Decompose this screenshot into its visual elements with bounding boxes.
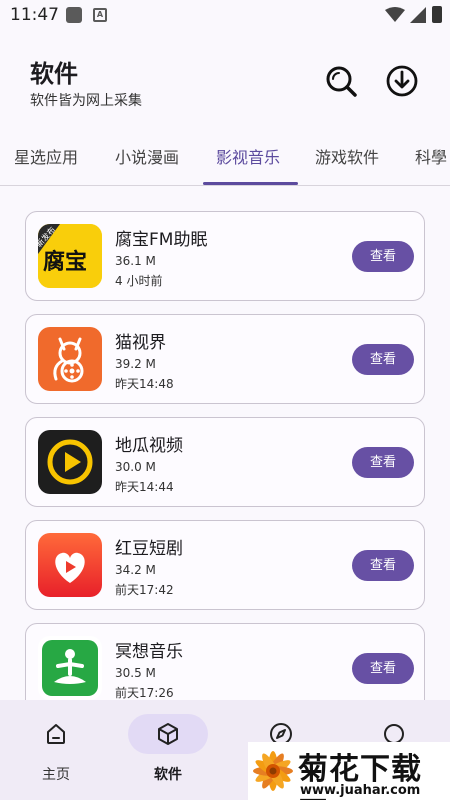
nav-home[interactable]: 主页 xyxy=(1,700,111,800)
app-time: 昨天14:44 xyxy=(115,480,174,494)
app-name: 猫视界 xyxy=(115,333,166,353)
red-heart-play-icon xyxy=(38,533,102,597)
app-size: 36.1 M xyxy=(115,254,156,268)
status-time: 11:47 xyxy=(10,5,59,25)
tab-science[interactable]: 科學 xyxy=(415,130,447,185)
icon-text: 腐宝 xyxy=(43,250,88,275)
view-button[interactable]: 查看 xyxy=(352,241,414,272)
app-size: 39.2 M xyxy=(115,357,156,371)
app-time: 前天17:26 xyxy=(115,686,174,700)
app-name: 腐宝FM助眠 xyxy=(115,230,208,250)
cat-film-icon xyxy=(38,327,102,391)
tab-game-software[interactable]: 游戏软件 xyxy=(315,130,379,185)
tab-video-music[interactable]: 影视音乐 xyxy=(216,130,280,185)
tab-featured-apps[interactable]: 星选应用 xyxy=(14,130,78,185)
meditation-icon xyxy=(38,636,102,700)
view-button[interactable]: 查看 xyxy=(352,550,414,581)
category-tabs: 星选应用 小说漫画 影视音乐 游戏软件 科學 xyxy=(0,130,450,186)
nav-label: 软件 xyxy=(154,767,182,783)
signal-icon xyxy=(410,7,426,23)
watermark: 菊花下载网 www.juahar.com xyxy=(248,742,450,800)
app-time: 前天17:42 xyxy=(115,583,174,597)
play-circle-icon xyxy=(38,430,102,494)
app-name: 冥想音乐 xyxy=(115,642,183,662)
app-size: 34.2 M xyxy=(115,563,156,577)
page-title: 软件 xyxy=(30,60,78,88)
home-icon xyxy=(47,724,65,744)
view-button[interactable]: 查看 xyxy=(352,344,414,375)
app-time: 昨天14:48 xyxy=(115,377,174,391)
app-card-hongdou[interactable]: 红豆短剧 34.2 M 前天17:42 查看 xyxy=(25,520,425,610)
search-button[interactable] xyxy=(323,63,359,99)
battery-icon xyxy=(432,6,442,23)
app-name: 红豆短剧 xyxy=(115,539,183,559)
chrysanthemum-logo-icon xyxy=(253,751,293,791)
notification-square-icon xyxy=(66,7,82,23)
page-subtitle: 软件皆为网上采集 xyxy=(30,93,142,109)
cube-icon xyxy=(158,723,178,745)
notification-a-icon: A xyxy=(93,8,107,22)
watermark-url: www.juahar.com xyxy=(300,783,421,798)
app-card-digua[interactable]: 地瓜视频 30.0 M 昨天14:44 查看 xyxy=(25,417,425,507)
app-card-mingxiang[interactable]: 冥想音乐 30.5 M 前天17:26 查看 xyxy=(25,623,425,700)
search-icon xyxy=(326,66,357,97)
view-button[interactable]: 查看 xyxy=(352,447,414,478)
status-bar: 11:47 A xyxy=(0,0,450,32)
nav-label: 主页 xyxy=(42,767,70,783)
app-card-fubao[interactable]: 新发布 腐宝 腐宝FM助眠 36.1 M 4 小时前 查看 xyxy=(25,211,425,301)
app-time: 4 小时前 xyxy=(115,274,163,288)
view-button[interactable]: 查看 xyxy=(352,653,414,684)
app-name: 地瓜视频 xyxy=(115,436,183,456)
wifi-icon xyxy=(385,7,405,22)
app-size: 30.0 M xyxy=(115,460,156,474)
tab-indicator xyxy=(203,182,298,185)
app-list: 新发布 腐宝 腐宝FM助眠 36.1 M 4 小时前 查看 猫视界 39.2 M xyxy=(0,186,450,700)
tab-novels-comics[interactable]: 小说漫画 xyxy=(115,130,179,185)
download-icon xyxy=(386,65,418,97)
fubao-icon: 新发布 腐宝 xyxy=(38,224,102,288)
app-size: 30.5 M xyxy=(115,666,156,680)
nav-software[interactable]: 软件 xyxy=(113,700,223,800)
app-card-maoshijie[interactable]: 猫视界 39.2 M 昨天14:48 查看 xyxy=(25,314,425,404)
download-button[interactable] xyxy=(384,63,420,99)
